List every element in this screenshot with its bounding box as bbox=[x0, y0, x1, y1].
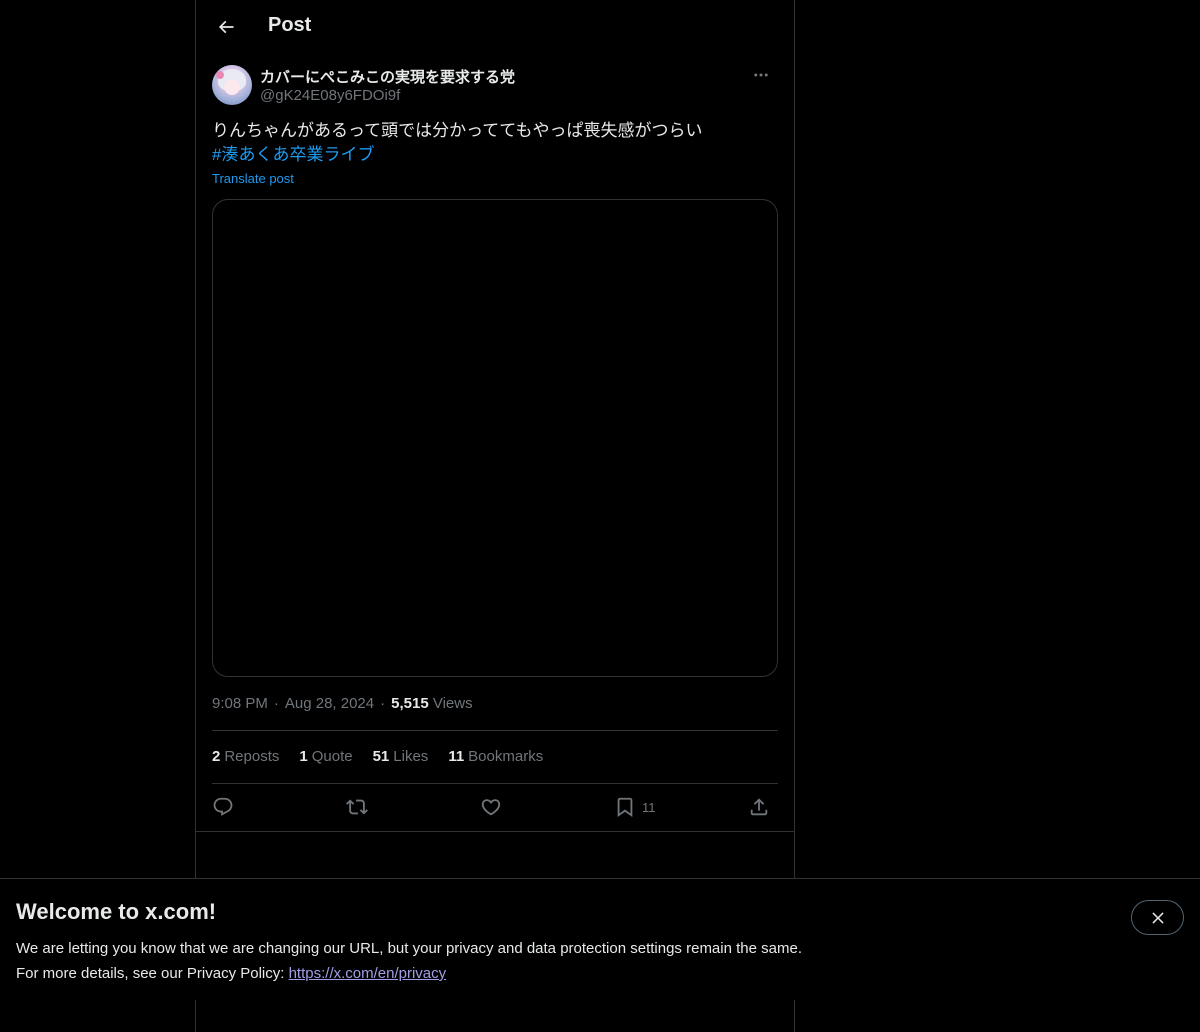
bookmarks-stat[interactable]: 11 Bookmarks bbox=[448, 748, 543, 765]
reposts-stat[interactable]: 2 Reposts bbox=[212, 748, 279, 765]
share-icon bbox=[750, 798, 768, 816]
repost-icon bbox=[346, 799, 368, 815]
reply-icon bbox=[213, 797, 233, 816]
divider bbox=[212, 783, 778, 784]
close-icon bbox=[1151, 911, 1164, 924]
reply-button[interactable] bbox=[212, 793, 234, 821]
post-date[interactable]: Aug 28, 2024 bbox=[285, 695, 374, 712]
reposts-label: Reposts bbox=[224, 748, 280, 765]
close-banner-button[interactable] bbox=[1131, 900, 1184, 935]
quotes-label: Quote bbox=[311, 748, 353, 765]
post-meta: 9:08 PM · Aug 28, 2024 · 5,515 Views bbox=[212, 695, 473, 712]
welcome-banner: Welcome to x.com! We are letting you kno… bbox=[0, 878, 1200, 1000]
hashtag-link[interactable]: #湊あくあ卒業ライブ bbox=[212, 143, 374, 167]
views-label: Views bbox=[432, 695, 473, 712]
author-name[interactable]: カバーにぺこみこの実現を要求する党 bbox=[260, 66, 515, 87]
avatar-ribbon bbox=[216, 71, 224, 79]
repost-button[interactable] bbox=[346, 793, 368, 821]
post-time[interactable]: 9:08 PM bbox=[212, 695, 268, 712]
bookmark-count: 11 bbox=[642, 799, 656, 815]
meta-separator: · bbox=[273, 695, 279, 712]
banner-line-1: We are letting you know that we are chan… bbox=[16, 940, 802, 957]
divider bbox=[196, 831, 794, 832]
views-count: 5,515 bbox=[391, 695, 429, 712]
share-button[interactable] bbox=[748, 793, 770, 821]
post-author: カバーにぺこみこの実現を要求する党 @gK24E08y6FDOi9f bbox=[212, 64, 778, 108]
likes-stat[interactable]: 51 Likes bbox=[373, 748, 429, 765]
translate-post-link[interactable]: Translate post bbox=[212, 171, 294, 186]
bookmark-icon bbox=[617, 797, 633, 818]
bookmarks-count: 11 bbox=[448, 748, 465, 765]
post-header: Post bbox=[196, 0, 794, 54]
post-media[interactable] bbox=[212, 199, 778, 677]
author-handle[interactable]: @gK24E08y6FDOi9f bbox=[260, 87, 400, 104]
page-title: Post bbox=[268, 14, 312, 36]
more-options-button[interactable] bbox=[744, 64, 778, 86]
action-bar: 11 bbox=[212, 793, 778, 821]
bookmarks-label: Bookmarks bbox=[468, 748, 544, 765]
likes-count: 51 bbox=[372, 748, 390, 765]
privacy-policy-link[interactable]: https://x.com/en/privacy bbox=[289, 965, 447, 982]
bookmark-button[interactable]: 11 bbox=[614, 793, 656, 821]
banner-title: Welcome to x.com! bbox=[16, 899, 217, 924]
banner-line-2: For more details, see our Privacy Policy… bbox=[16, 961, 802, 986]
back-arrow-icon bbox=[218, 20, 234, 34]
avatar[interactable] bbox=[212, 65, 252, 105]
post-stats: 2 Reposts 1 Quote 51 Likes 11 Bookmarks bbox=[212, 748, 563, 765]
divider bbox=[212, 730, 778, 731]
quotes-stat[interactable]: 1 Quote bbox=[299, 748, 352, 765]
banner-text: We are letting you know that we are chan… bbox=[16, 936, 802, 986]
reposts-count: 2 bbox=[212, 748, 221, 765]
banner-line-2-prefix: For more details, see our Privacy Policy… bbox=[16, 965, 289, 982]
like-icon bbox=[481, 799, 501, 816]
more-icon bbox=[754, 73, 768, 77]
post-text: りんちゃんがあるって頭では分かっててもやっぱ喪失感がつらい bbox=[212, 121, 703, 140]
meta-separator: · bbox=[380, 695, 386, 712]
like-button[interactable] bbox=[480, 793, 502, 821]
quotes-count: 1 bbox=[299, 748, 308, 765]
avatar-face bbox=[224, 79, 240, 95]
back-button[interactable] bbox=[208, 9, 244, 45]
likes-label: Likes bbox=[393, 748, 429, 765]
